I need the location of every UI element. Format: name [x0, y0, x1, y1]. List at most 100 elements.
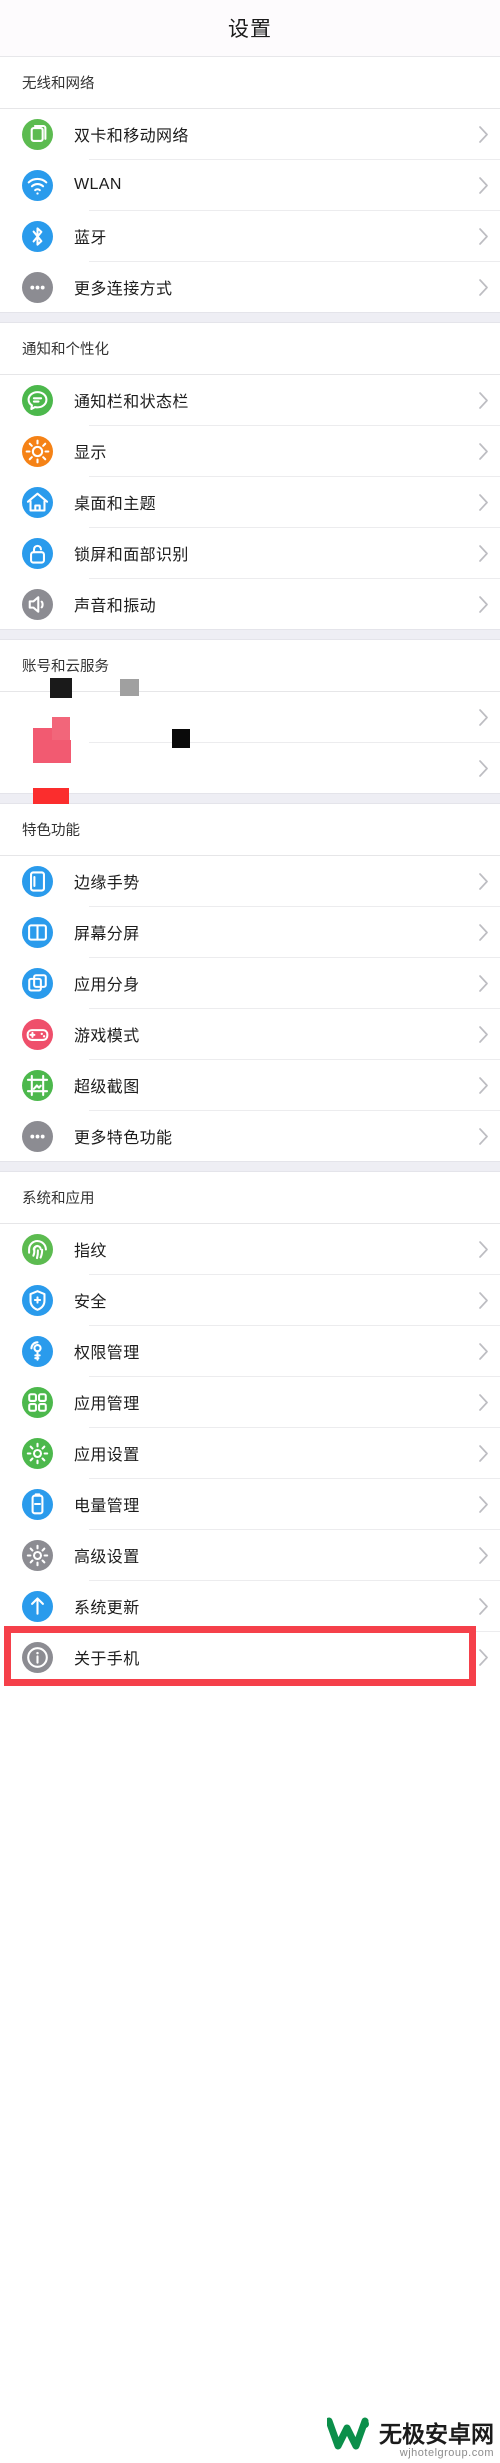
section-gap: [0, 629, 500, 640]
row-icon-wrap: [0, 1386, 74, 1418]
settings-row-声音和振动[interactable]: 声音和振动: [0, 579, 500, 629]
row-icon-wrap: [0, 537, 74, 569]
chevron-right-icon: [466, 1127, 500, 1146]
settings-row-指纹[interactable]: 指纹: [0, 1224, 500, 1274]
screenshot-icon: [21, 1069, 53, 1101]
watermark-url: wjhotelgroup.com: [399, 2447, 494, 2459]
settings-row-更多特色功能[interactable]: 更多特色功能: [0, 1111, 500, 1161]
row-icon-wrap: [0, 1069, 74, 1101]
settings-row-glitched[interactable]: [0, 743, 500, 793]
settings-row-电量管理[interactable]: 电量管理: [0, 1479, 500, 1529]
settings-row-锁屏和面部识别[interactable]: 锁屏和面部识别: [0, 528, 500, 578]
row-icon-wrap: [0, 169, 74, 201]
chevron-right-icon: [466, 974, 500, 993]
settings-row-通知栏和状态栏[interactable]: 通知栏和状态栏: [0, 375, 500, 425]
settings-row-安全[interactable]: 安全: [0, 1275, 500, 1325]
row-icon-wrap: [0, 916, 74, 948]
settings-row-屏幕分屏[interactable]: 屏幕分屏: [0, 907, 500, 957]
row-label: 安全: [74, 1294, 107, 1311]
app-clone-icon: [21, 967, 53, 999]
row-label: 更多特色功能: [74, 1130, 173, 1147]
glitch-pixel-block: [52, 717, 70, 740]
chevron-right-icon: [466, 544, 500, 563]
row-icon-wrap: [0, 1018, 74, 1050]
row-label: 电量管理: [74, 1498, 140, 1515]
settings-row-应用分身[interactable]: 应用分身: [0, 958, 500, 1008]
chevron-right-icon: [466, 1076, 500, 1095]
settings-row-关于手机[interactable]: 关于手机: [0, 1632, 500, 1682]
settings-row-显示[interactable]: 显示: [0, 426, 500, 476]
chevron-right-icon: [466, 1240, 500, 1259]
watermark: 无极安卓网 wjhotelgroup.com: [325, 2416, 494, 2459]
row-label: 应用分身: [74, 977, 140, 994]
sim-card-icon: [21, 118, 53, 150]
settings-row-WLAN[interactable]: WLAN: [0, 160, 500, 210]
row-icon-wrap: [0, 1335, 74, 1367]
section-gap: [0, 1161, 500, 1172]
shield-icon: [21, 1284, 53, 1316]
chevron-right-icon: [466, 1546, 500, 1565]
settings-row-游戏模式[interactable]: 游戏模式: [0, 1009, 500, 1059]
settings-row-双卡和移动网络[interactable]: 双卡和移动网络: [0, 109, 500, 159]
chevron-right-icon: [466, 872, 500, 891]
row-icon-wrap: [0, 1284, 74, 1316]
row-icon-wrap: [0, 1437, 74, 1469]
row-label: 锁屏和面部识别: [74, 547, 189, 564]
chevron-right-icon: [466, 1648, 500, 1667]
section-gap: [0, 312, 500, 323]
row-label: 桌面和主题: [74, 496, 157, 513]
chevron-right-icon: [466, 708, 500, 727]
section-header-4: 系统和应用: [0, 1172, 500, 1223]
row-icon-wrap: [0, 1590, 74, 1622]
chevron-right-icon: [466, 595, 500, 614]
row-label: WLAN: [74, 176, 122, 193]
more-dots-icon: [21, 271, 53, 303]
settings-row-glitched[interactable]: [0, 692, 500, 742]
settings-row-应用管理[interactable]: 应用管理: [0, 1377, 500, 1427]
section-title: 特色功能: [22, 823, 80, 839]
section-header-0: 无线和网络: [0, 57, 500, 108]
row-icon-wrap: [0, 220, 74, 252]
settings-row-超级截图[interactable]: 超级截图: [0, 1060, 500, 1110]
gear-icon: [21, 1539, 53, 1571]
row-label: 游戏模式: [74, 1028, 140, 1045]
settings-screen: 设置 无线和网络 双卡和移动网络 WLAN 蓝牙 更多连接方式 通知和个性化 通知栏和状态栏…: [0, 0, 500, 2463]
row-icon-wrap: [0, 865, 74, 897]
chevron-right-icon: [466, 1342, 500, 1361]
chevron-right-icon: [466, 125, 500, 144]
gear-icon: [21, 1437, 53, 1469]
row-icon-wrap: [0, 118, 74, 150]
section-header-1: 通知和个性化: [0, 323, 500, 374]
glitch-pixel-block: [50, 678, 72, 698]
row-label: 双卡和移动网络: [74, 128, 189, 145]
settings-row-蓝牙[interactable]: 蓝牙: [0, 211, 500, 261]
settings-row-系统更新[interactable]: 系统更新: [0, 1581, 500, 1631]
glitch-pixel-block: [52, 740, 71, 763]
settings-row-桌面和主题[interactable]: 桌面和主题: [0, 477, 500, 527]
row-icon-wrap: [0, 588, 74, 620]
section-title: 系统和应用: [22, 1191, 95, 1207]
settings-row-权限管理[interactable]: 权限管理: [0, 1326, 500, 1376]
settings-row-高级设置[interactable]: 高级设置: [0, 1530, 500, 1580]
section-body-2: [0, 678, 500, 823]
watermark-title: 无极安卓网: [379, 2420, 494, 2447]
chevron-right-icon: [466, 493, 500, 512]
key-icon: [21, 1335, 53, 1367]
glitch-pixel-block: [33, 728, 52, 763]
section-header-3: 特色功能: [0, 804, 500, 855]
row-label: 屏幕分屏: [74, 926, 140, 943]
settings-list[interactable]: 无线和网络双卡和移动网络 WLAN 蓝牙 更多连接方式 通知和个性化通知栏和状态栏显示桌…: [0, 57, 500, 1682]
row-label: 指纹: [74, 1243, 107, 1260]
glitch-pixel-block: [172, 729, 190, 748]
chevron-right-icon: [466, 278, 500, 297]
settings-row-应用设置[interactable]: 应用设置: [0, 1428, 500, 1478]
section-gap: [0, 793, 500, 804]
chevron-right-icon: [466, 1597, 500, 1616]
row-label: 通知栏和状态栏: [74, 394, 189, 411]
row-icon-wrap: [0, 384, 74, 416]
wifi-icon: [21, 169, 53, 201]
watermark-logo-icon: [325, 2416, 373, 2457]
bluetooth-icon: [21, 220, 53, 252]
settings-row-边缘手势[interactable]: 边缘手势: [0, 856, 500, 906]
settings-row-更多连接方式[interactable]: 更多连接方式: [0, 262, 500, 312]
